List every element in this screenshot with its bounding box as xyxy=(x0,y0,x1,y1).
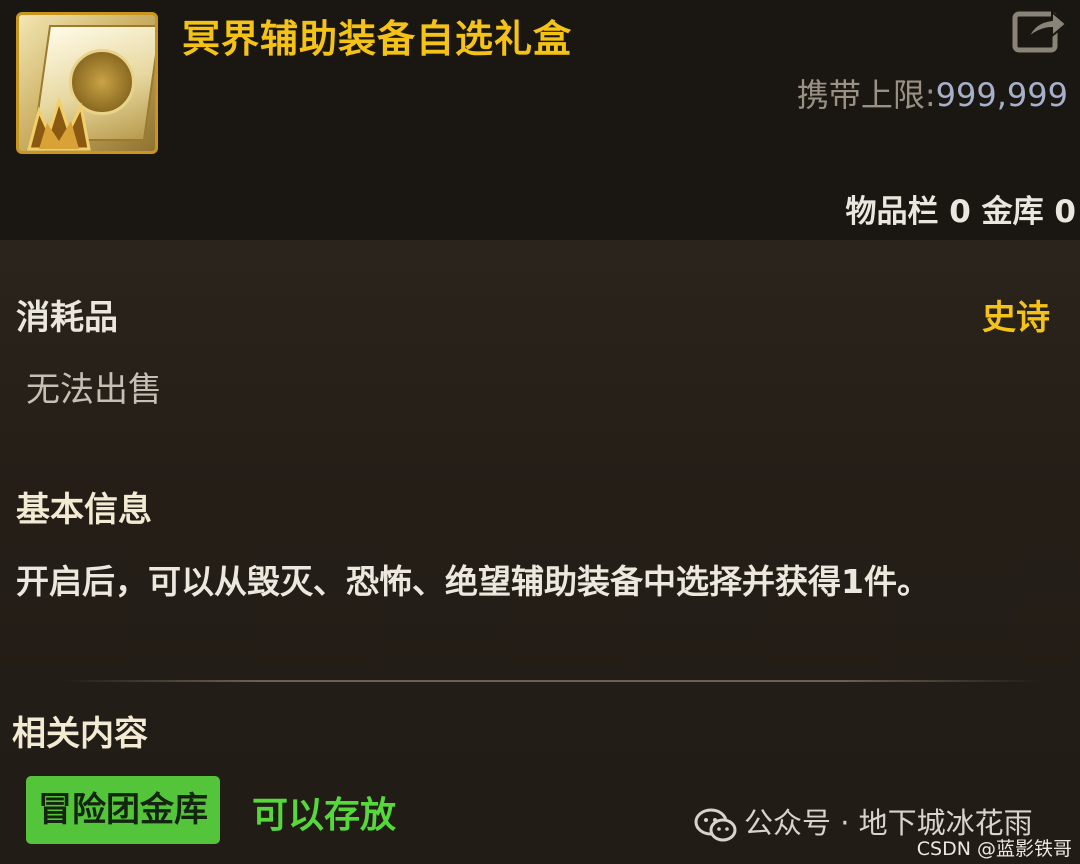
inventory-count: 0 xyxy=(949,194,971,230)
item-category: 消耗品 xyxy=(16,298,118,338)
share-icon xyxy=(1012,9,1068,53)
crown-ornament-icon xyxy=(27,96,91,151)
carry-limit: 携带上限:999,999 xyxy=(797,70,1068,116)
storage-counts: 物品栏 0 金库 0 xyxy=(845,186,1076,231)
divider xyxy=(60,680,1040,682)
wechat-icon xyxy=(694,808,737,842)
rarity-badge: 史诗 xyxy=(982,298,1050,338)
vault-count: 0 xyxy=(1054,194,1076,230)
adventure-vault-tag[interactable]: 冒险团金库 xyxy=(26,776,220,844)
inventory-label: 物品栏 xyxy=(845,194,939,230)
vault-label: 金库 xyxy=(981,194,1044,230)
share-button[interactable] xyxy=(1012,6,1070,54)
storable-status: 可以存放 xyxy=(252,795,397,836)
gift-box-icon xyxy=(16,12,158,154)
carry-limit-value: 999,999 xyxy=(935,76,1068,114)
item-description: 开启后，可以从毁灭、恐怖、绝望辅助装备中选择并获得1件。 xyxy=(16,562,930,601)
item-title: 冥界辅助装备自选礼盒 xyxy=(182,17,573,61)
basic-info-title: 基本信息 xyxy=(16,490,152,530)
carry-limit-label: 携带上限: xyxy=(796,76,936,114)
related-title: 相关内容 xyxy=(12,714,148,754)
sell-status: 无法出售 xyxy=(26,370,162,410)
watermark-credit: CSDN @蓝影铁哥 xyxy=(916,838,1072,860)
item-details-panel xyxy=(0,240,1080,864)
